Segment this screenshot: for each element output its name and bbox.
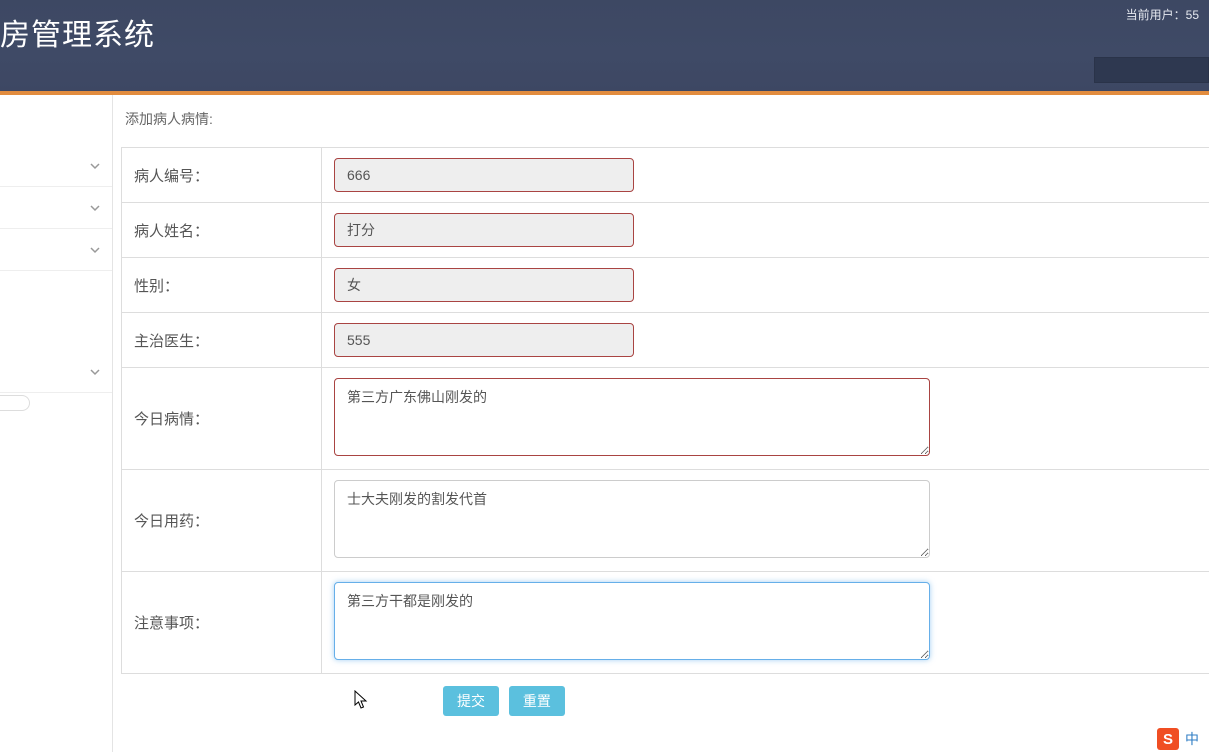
row-notes: 注意事项： (122, 572, 1209, 674)
sidebar (0, 95, 113, 752)
patient-name-input[interactable] (334, 213, 634, 247)
row-patient-id: 病人编号： (122, 148, 1209, 203)
patient-id-input[interactable] (334, 158, 634, 192)
form-button-row: 提交 重置 (121, 674, 1209, 728)
sidebar-extra-pill (0, 395, 30, 411)
header-nav-button[interactable] (1094, 57, 1209, 83)
label-today-condition: 今日病情： (122, 368, 322, 470)
row-patient-name: 病人姓名： (122, 203, 1209, 258)
label-patient-name: 病人姓名： (122, 203, 322, 258)
main-content: 添加病人病情: 病人编号： 病人姓名： 性别： 主治 (113, 95, 1209, 752)
form-title: 添加病人病情: (125, 109, 1209, 129)
chevron-down-icon (90, 242, 100, 258)
doctor-input[interactable] (334, 323, 634, 357)
current-user-label: 当前用户：55 (1126, 6, 1199, 23)
row-today-medicine: 今日用药： (122, 470, 1209, 572)
sidebar-item-4[interactable] (0, 351, 112, 393)
sidebar-item-1[interactable] (0, 145, 112, 187)
sidebar-item-2[interactable] (0, 187, 112, 229)
chevron-down-icon (90, 364, 100, 380)
sidebar-item-3[interactable] (0, 229, 112, 271)
body-wrap: 添加病人病情: 病人编号： 病人姓名： 性别： 主治 (0, 95, 1209, 752)
chevron-down-icon (90, 200, 100, 216)
row-gender: 性别： (122, 258, 1209, 313)
app-header: 房管理系统 当前用户：55 (0, 0, 1209, 95)
reset-button[interactable]: 重置 (509, 686, 565, 716)
row-today-condition: 今日病情： (122, 368, 1209, 470)
row-doctor: 主治医生： (122, 313, 1209, 368)
label-notes: 注意事项： (122, 572, 322, 674)
ime-sogou-icon: S (1157, 728, 1179, 750)
label-patient-id: 病人编号： (122, 148, 322, 203)
ime-lang-label: 中 (1185, 729, 1199, 749)
patient-form-table: 病人编号： 病人姓名： 性别： 主治医生： (121, 147, 1209, 674)
submit-button[interactable]: 提交 (443, 686, 499, 716)
today-condition-textarea[interactable] (334, 378, 930, 456)
ime-indicator: S 中 (1157, 728, 1199, 750)
label-gender: 性别： (122, 258, 322, 313)
label-today-medicine: 今日用药： (122, 470, 322, 572)
label-doctor: 主治医生： (122, 313, 322, 368)
chevron-down-icon (90, 158, 100, 174)
app-title: 房管理系统 (0, 0, 1209, 54)
notes-textarea[interactable] (334, 582, 930, 660)
gender-input[interactable] (334, 268, 634, 302)
today-medicine-textarea[interactable] (334, 480, 930, 558)
